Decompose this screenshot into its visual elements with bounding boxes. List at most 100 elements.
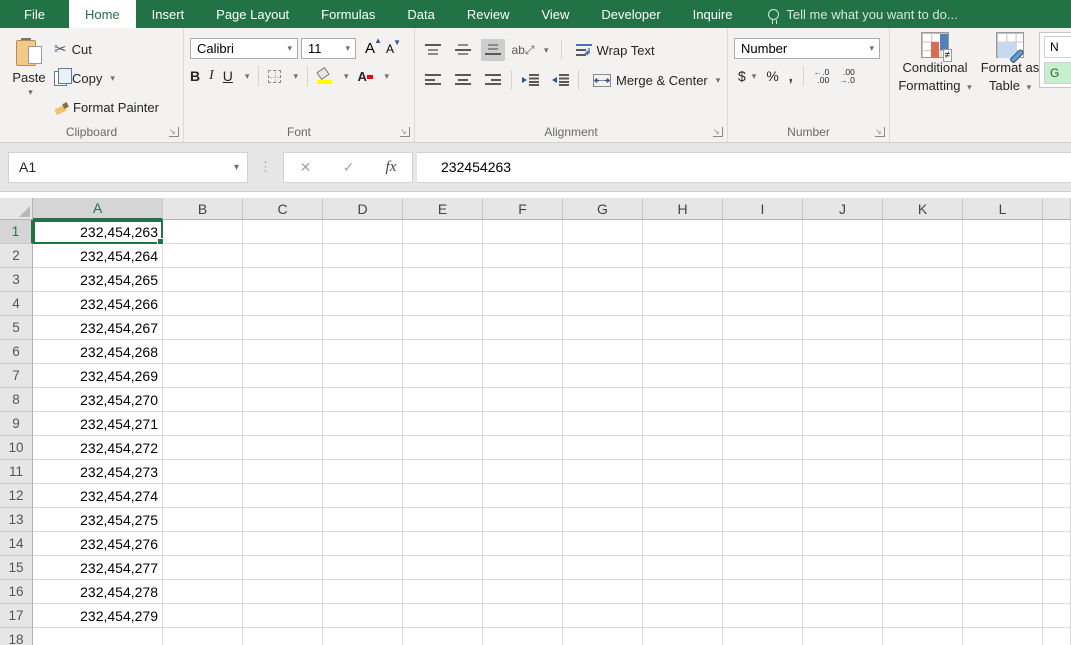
cell-I1[interactable] bbox=[723, 220, 803, 244]
cell-partial[interactable] bbox=[1043, 340, 1071, 364]
cell-L13[interactable] bbox=[963, 508, 1043, 532]
cell-L18[interactable] bbox=[963, 628, 1043, 645]
cell-H10[interactable] bbox=[643, 436, 723, 460]
fill-color-dropdown-icon[interactable]: ▾ bbox=[344, 71, 349, 82]
cell-H7[interactable] bbox=[643, 364, 723, 388]
tab-page-layout[interactable]: Page Layout bbox=[200, 0, 305, 28]
cell-I11[interactable] bbox=[723, 460, 803, 484]
cell-C7[interactable] bbox=[243, 364, 323, 388]
cell-F8[interactable] bbox=[483, 388, 563, 412]
cell-G18[interactable] bbox=[563, 628, 643, 645]
cell-I6[interactable] bbox=[723, 340, 803, 364]
cell-E11[interactable] bbox=[403, 460, 483, 484]
formula-input[interactable]: 232454263 bbox=[417, 152, 1071, 183]
cell-J9[interactable] bbox=[803, 412, 883, 436]
cell-B11[interactable] bbox=[163, 460, 243, 484]
cell-H13[interactable] bbox=[643, 508, 723, 532]
column-header-C[interactable]: C bbox=[243, 198, 323, 220]
cell-B2[interactable] bbox=[163, 244, 243, 268]
orientation-dropdown-icon[interactable]: ▾ bbox=[544, 45, 549, 56]
cell-H3[interactable] bbox=[643, 268, 723, 292]
cell-partial[interactable] bbox=[1043, 556, 1071, 580]
cell-H18[interactable] bbox=[643, 628, 723, 645]
cell-I10[interactable] bbox=[723, 436, 803, 460]
cell-E14[interactable] bbox=[403, 532, 483, 556]
cell-D13[interactable] bbox=[323, 508, 403, 532]
column-header-H[interactable]: H bbox=[643, 198, 723, 220]
cell-K2[interactable] bbox=[883, 244, 963, 268]
row-header-9[interactable]: 9 bbox=[0, 412, 33, 436]
cell-G4[interactable] bbox=[563, 292, 643, 316]
cell-K15[interactable] bbox=[883, 556, 963, 580]
cell-J2[interactable] bbox=[803, 244, 883, 268]
cell-I17[interactable] bbox=[723, 604, 803, 628]
tab-review[interactable]: Review bbox=[451, 0, 526, 28]
cell-L14[interactable] bbox=[963, 532, 1043, 556]
cell-I8[interactable] bbox=[723, 388, 803, 412]
cell-D3[interactable] bbox=[323, 268, 403, 292]
cell-F13[interactable] bbox=[483, 508, 563, 532]
top-align-button[interactable] bbox=[421, 39, 445, 61]
cell-E17[interactable] bbox=[403, 604, 483, 628]
cell-A7[interactable]: 232,454,269 bbox=[33, 364, 163, 388]
cell-L8[interactable] bbox=[963, 388, 1043, 412]
cell-J13[interactable] bbox=[803, 508, 883, 532]
cell-J4[interactable] bbox=[803, 292, 883, 316]
row-header-17[interactable]: 17 bbox=[0, 604, 33, 628]
tab-file[interactable]: File bbox=[0, 0, 69, 28]
cell-J17[interactable] bbox=[803, 604, 883, 628]
cell-I13[interactable] bbox=[723, 508, 803, 532]
cell-D15[interactable] bbox=[323, 556, 403, 580]
cell-C17[interactable] bbox=[243, 604, 323, 628]
cell-D11[interactable] bbox=[323, 460, 403, 484]
cell-K18[interactable] bbox=[883, 628, 963, 645]
cell-A16[interactable]: 232,454,278 bbox=[33, 580, 163, 604]
tell-me-box[interactable]: Tell me what you want to do... bbox=[754, 0, 971, 28]
cell-A9[interactable]: 232,454,271 bbox=[33, 412, 163, 436]
copy-button[interactable]: Copy ▾ bbox=[52, 67, 161, 89]
cell-D8[interactable] bbox=[323, 388, 403, 412]
cell-F15[interactable] bbox=[483, 556, 563, 580]
cell-C11[interactable] bbox=[243, 460, 323, 484]
cell-I9[interactable] bbox=[723, 412, 803, 436]
cell-G17[interactable] bbox=[563, 604, 643, 628]
cell-B9[interactable] bbox=[163, 412, 243, 436]
cell-K16[interactable] bbox=[883, 580, 963, 604]
cell-H9[interactable] bbox=[643, 412, 723, 436]
cell-C16[interactable] bbox=[243, 580, 323, 604]
cell-F3[interactable] bbox=[483, 268, 563, 292]
cell-L10[interactable] bbox=[963, 436, 1043, 460]
alignment-dialog-launcher[interactable]: ↘ bbox=[713, 127, 723, 137]
italic-button[interactable]: I bbox=[209, 68, 214, 84]
cell-partial[interactable] bbox=[1043, 436, 1071, 460]
cell-L9[interactable] bbox=[963, 412, 1043, 436]
font-name-dropdown-icon[interactable]: ▾ bbox=[281, 43, 297, 54]
cell-C9[interactable] bbox=[243, 412, 323, 436]
increase-font-size-button[interactable]: A▲ bbox=[365, 40, 375, 57]
cell-E6[interactable] bbox=[403, 340, 483, 364]
increase-decimal-button[interactable]: ←.0.00 bbox=[814, 68, 830, 84]
cancel-button[interactable]: ✕ bbox=[300, 159, 312, 176]
cell-D14[interactable] bbox=[323, 532, 403, 556]
percent-style-button[interactable]: % bbox=[766, 68, 778, 84]
cell-B17[interactable] bbox=[163, 604, 243, 628]
cell-L17[interactable] bbox=[963, 604, 1043, 628]
font-dialog-launcher[interactable]: ↘ bbox=[400, 127, 410, 137]
tab-insert[interactable]: Insert bbox=[136, 0, 201, 28]
cell-A3[interactable]: 232,454,265 bbox=[33, 268, 163, 292]
cell-F2[interactable] bbox=[483, 244, 563, 268]
cell-B14[interactable] bbox=[163, 532, 243, 556]
cell-K17[interactable] bbox=[883, 604, 963, 628]
clipboard-dialog-launcher[interactable]: ↘ bbox=[169, 127, 179, 137]
cut-button[interactable]: ✂ Cut bbox=[52, 38, 161, 60]
paste-button[interactable]: Paste ▾ bbox=[6, 32, 52, 121]
cell-B6[interactable] bbox=[163, 340, 243, 364]
cell-A10[interactable]: 232,454,272 bbox=[33, 436, 163, 460]
cell-J18[interactable] bbox=[803, 628, 883, 645]
cell-K4[interactable] bbox=[883, 292, 963, 316]
cell-L4[interactable] bbox=[963, 292, 1043, 316]
cell-C5[interactable] bbox=[243, 316, 323, 340]
cell-style-good[interactable]: G bbox=[1044, 62, 1071, 84]
cell-J10[interactable] bbox=[803, 436, 883, 460]
cell-B1[interactable] bbox=[163, 220, 243, 244]
